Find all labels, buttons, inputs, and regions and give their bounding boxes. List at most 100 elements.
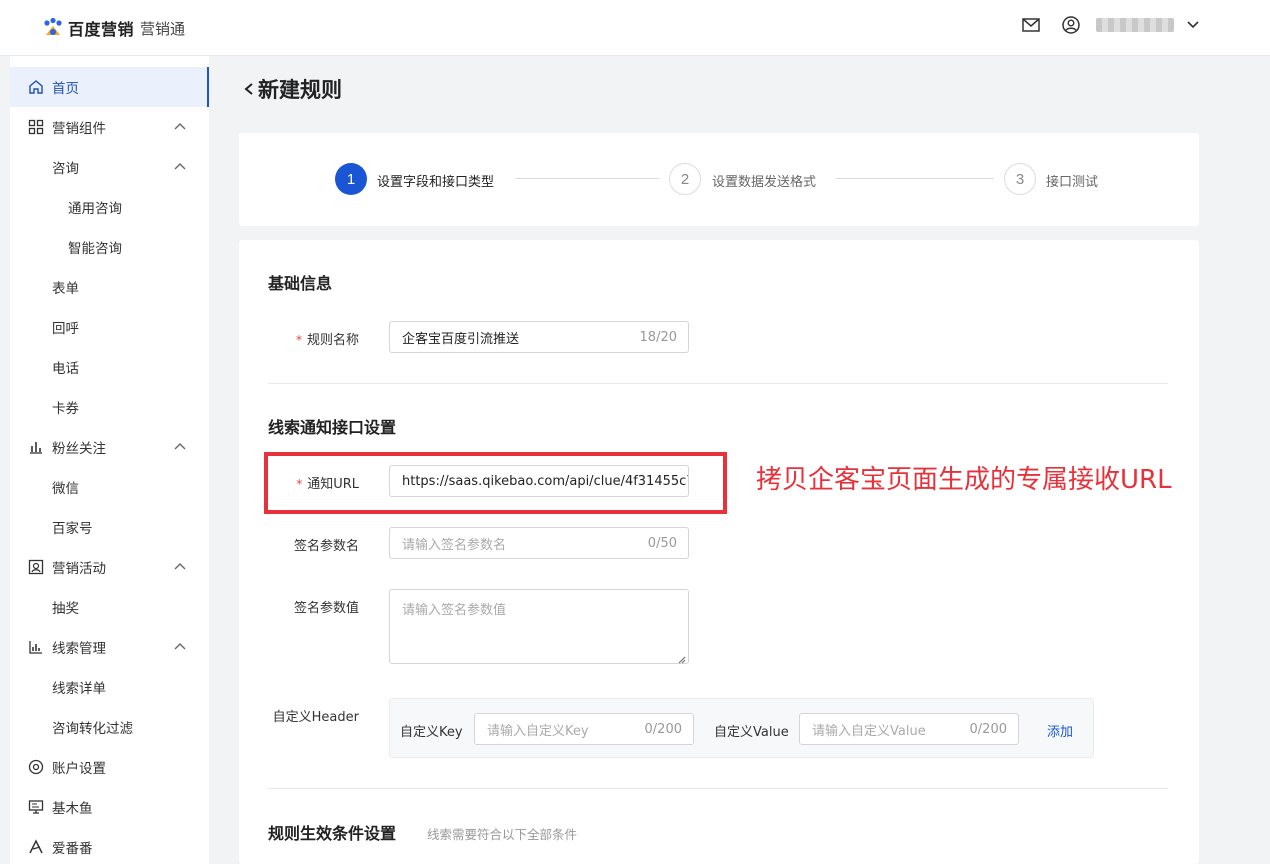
add-header-link[interactable]: 添加 xyxy=(1047,721,1073,740)
section-title-conditions: 规则生效条件设置 xyxy=(268,824,397,843)
page-title-text: 新建规则 xyxy=(258,78,342,102)
baidu-paw-icon xyxy=(42,17,64,39)
annotation-text: 拷贝企客宝页面生成的专属接收URL xyxy=(756,465,1172,495)
sidebar-item-label: 线索管理 xyxy=(52,641,106,657)
step-3-circle: 3 xyxy=(1004,163,1036,195)
sidebar-item-callback[interactable]: 回呼 xyxy=(10,307,209,347)
product-name: 营销通 xyxy=(140,19,186,38)
sidebar-item-label: 营销组件 xyxy=(52,121,106,137)
page-title: 新建规则 xyxy=(242,74,342,104)
sign-param-name-count: 0/50 xyxy=(647,536,677,551)
sidebar-item-general-consult[interactable]: 通用咨询 xyxy=(10,187,209,227)
user-circle-icon[interactable] xyxy=(1060,14,1082,36)
step-1-label: 设置字段和接口类型 xyxy=(377,175,495,190)
chevron-up-icon xyxy=(174,161,186,173)
sidebar-item-marketing-components[interactable]: 营销组件 xyxy=(10,107,209,147)
chevron-up-icon xyxy=(174,121,186,133)
step-3-label: 接口测试 xyxy=(1046,175,1099,190)
sidebar-item-phone[interactable]: 电话 xyxy=(10,347,209,387)
sign-param-name-label: 签名参数名 xyxy=(293,539,359,554)
divider xyxy=(268,788,1168,789)
sidebar-item-consult[interactable]: 咨询 xyxy=(10,147,209,187)
sidebar-item-baijiahao[interactable]: 百家号 xyxy=(10,507,209,547)
custom-value-label: 自定义Value xyxy=(714,725,789,740)
chevron-up-icon xyxy=(174,561,186,573)
sidebar-item-lead-detail[interactable]: 线索详单 xyxy=(10,667,209,707)
sidebar-item-label: 营销活动 xyxy=(52,561,106,577)
sidebar-item-consult-filter[interactable]: 咨询转化过滤 xyxy=(10,707,209,747)
sidebar-item-label: 首页 xyxy=(52,81,79,97)
chevron-down-icon[interactable] xyxy=(1182,14,1204,36)
sidebar-item-label: 爱番番 xyxy=(52,841,93,857)
sidebar-item-label: 百家号 xyxy=(52,521,93,537)
sign-param-value-textarea[interactable]: 请输入签名参数值 xyxy=(389,589,689,664)
home-icon xyxy=(28,79,44,95)
custom-value-input[interactable]: 请输入自定义Value 0/200 xyxy=(799,713,1019,745)
chart-icon xyxy=(28,639,44,655)
sidebar-item-label: 咨询 xyxy=(52,161,79,177)
sidebar-item-label: 卡券 xyxy=(52,401,79,417)
sign-param-name-placeholder: 请输入签名参数名 xyxy=(402,537,507,553)
logo[interactable]: 百度营销 营销通 xyxy=(42,16,185,40)
sidebar-item-form[interactable]: 表单 xyxy=(10,267,209,307)
back-chevron-icon[interactable] xyxy=(242,79,256,99)
resize-grip-icon[interactable] xyxy=(678,653,686,664)
step-connector xyxy=(515,178,659,179)
sidebar-item-lottery[interactable]: 抽奖 xyxy=(10,587,209,627)
username-blurred[interactable] xyxy=(1096,18,1174,32)
custom-key-count: 0/200 xyxy=(644,722,682,737)
rule-name-count: 18/20 xyxy=(639,330,677,345)
sidebar-item-wechat[interactable]: 微信 xyxy=(10,467,209,507)
rule-name-value: 企客宝百度引流推送 xyxy=(402,331,520,347)
custom-key-label: 自定义Key xyxy=(400,725,463,740)
custom-header-label: 自定义Header xyxy=(272,710,359,725)
custom-key-placeholder: 请输入自定义Key xyxy=(487,723,589,739)
custom-value-count: 0/200 xyxy=(969,722,1007,737)
settings-circle-icon xyxy=(28,759,44,775)
sidebar: 首页 营销组件 咨询 通用咨询 智能咨询 表单 回呼 电话 卡券 粉丝关注 微信… xyxy=(10,56,209,864)
form-card: 基础信息 * 规则名称 企客宝百度引流推送 18/20 线索通知接口设置 * 通知U… xyxy=(239,240,1199,864)
sign-param-value-placeholder: 请输入签名参数值 xyxy=(402,603,507,618)
sidebar-item-account-settings[interactable]: 账户设置 xyxy=(10,747,209,787)
steps-card: 1 设置字段和接口类型 2 设置数据发送格式 3 接口测试 xyxy=(239,133,1199,226)
chevron-up-icon xyxy=(174,641,186,653)
step-2-label: 设置数据发送格式 xyxy=(712,175,817,190)
sidebar-item-label: 电话 xyxy=(52,361,79,377)
sidebar-item-label: 回呼 xyxy=(52,321,79,337)
sidebar-item-label: 抽奖 xyxy=(52,601,79,617)
activity-icon xyxy=(28,559,44,575)
divider xyxy=(268,383,1168,384)
sidebar-item-coupon[interactable]: 卡券 xyxy=(10,387,209,427)
section-title-basic: 基础信息 xyxy=(268,274,333,293)
custom-key-input[interactable]: 请输入自定义Key 0/200 xyxy=(474,713,694,745)
sidebar-item-smart-consult[interactable]: 智能咨询 xyxy=(10,227,209,267)
sidebar-item-label: 基木鱼 xyxy=(52,801,93,817)
sidebar-item-home[interactable]: 首页 xyxy=(10,67,209,107)
chevron-up-icon xyxy=(174,441,186,453)
mail-icon[interactable] xyxy=(1020,14,1042,36)
sidebar-item-label: 账户设置 xyxy=(52,761,106,777)
sidebar-item-follow[interactable]: 粉丝关注 xyxy=(10,427,209,467)
step-connector xyxy=(836,178,994,179)
step-1-circle: 1 xyxy=(335,163,367,195)
monitor-icon xyxy=(28,799,44,815)
rule-name-label-text: 规则名称 xyxy=(306,333,359,348)
section-title-api: 线索通知接口设置 xyxy=(268,418,397,437)
sidebar-item-label: 咨询转化过滤 xyxy=(52,721,133,737)
sidebar-item-marketing-activity[interactable]: 营销活动 xyxy=(10,547,209,587)
rule-name-label: * 规则名称 xyxy=(289,329,359,348)
sign-param-name-input[interactable]: 请输入签名参数名 0/50 xyxy=(389,527,689,559)
sidebar-item-label: 微信 xyxy=(52,481,79,497)
conditions-note: 线索需要符合以下全部条件 xyxy=(427,827,578,842)
rule-name-input[interactable]: 企客宝百度引流推送 18/20 xyxy=(389,321,689,353)
brand-name: 百度营销 xyxy=(68,20,135,39)
custom-header-box: 自定义Key 请输入自定义Key 0/200 自定义Value 请输入自定义Va… xyxy=(389,698,1094,758)
sidebar-item-jimuyu[interactable]: 基木鱼 xyxy=(10,787,209,827)
sidebar-item-aifanfan[interactable]: 爱番番 xyxy=(10,827,209,864)
bar-chart-icon xyxy=(28,439,44,455)
sidebar-item-label: 通用咨询 xyxy=(68,201,122,217)
sidebar-item-lead-management[interactable]: 线索管理 xyxy=(10,627,209,667)
sidebar-item-label: 粉丝关注 xyxy=(52,441,106,457)
sidebar-item-label: 智能咨询 xyxy=(68,241,122,257)
triangle-logo-icon xyxy=(28,839,44,855)
